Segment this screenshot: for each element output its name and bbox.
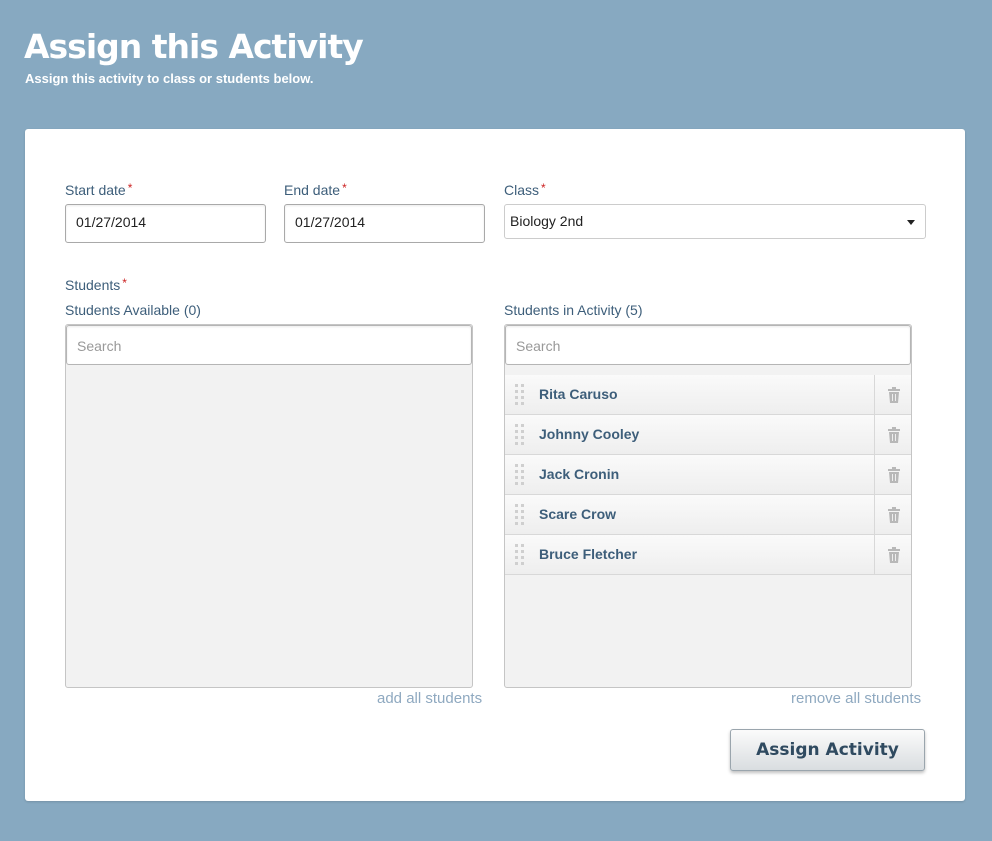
activity-search-input[interactable]: Search (505, 325, 911, 365)
student-row[interactable]: Scare Crow (505, 495, 911, 535)
students-available-title: Students Available (0) (65, 302, 201, 318)
caret-down-icon (907, 220, 915, 225)
class-label: Class * (504, 181, 546, 198)
trash-icon[interactable] (887, 427, 901, 443)
end-date-value: 01/27/2014 (295, 214, 366, 230)
drag-handle-icon[interactable] (515, 424, 527, 446)
row-divider (874, 495, 875, 535)
activity-student-list: Rita Caruso Johnny Cooley Jack Cronin Sc… (505, 375, 911, 575)
page-title: Assign this Activity (24, 27, 364, 66)
student-name: Jack Cronin (539, 466, 620, 482)
required-marker: * (541, 181, 546, 195)
trash-icon[interactable] (887, 507, 901, 523)
trash-icon[interactable] (887, 387, 901, 403)
trash-icon[interactable] (887, 467, 901, 483)
start-date-label-text: Start date (65, 182, 126, 198)
row-divider (874, 535, 875, 575)
assign-panel: Start date * 01/27/2014 End date * 01/27/2… (25, 129, 965, 801)
required-marker: * (127, 181, 133, 195)
add-all-students-link[interactable]: add all students (377, 690, 482, 707)
students-available-list[interactable]: Search (65, 324, 473, 688)
page-subtitle: Assign this activity to class or student… (25, 71, 314, 86)
row-divider (874, 415, 875, 455)
trash-icon[interactable] (887, 547, 901, 563)
available-search-input[interactable]: Search (66, 325, 472, 365)
available-search-placeholder: Search (77, 338, 122, 354)
students-label-text: Students (65, 277, 121, 293)
drag-handle-icon[interactable] (515, 384, 527, 406)
student-row[interactable]: Bruce Fletcher (505, 535, 911, 575)
start-date-field[interactable]: 01/27/2014 (65, 204, 266, 243)
students-in-activity-title: Students in Activity (5) (504, 302, 643, 318)
start-date-value: 01/27/2014 (76, 214, 147, 230)
student-row[interactable]: Johnny Cooley (505, 415, 911, 455)
row-divider (874, 375, 875, 415)
class-selected-value: Biology 2nd (510, 213, 584, 229)
students-label: Students * (65, 276, 127, 293)
students-in-activity-list[interactable]: Search Rita Caruso Johnny Cooley Jack Cr… (504, 324, 912, 688)
drag-handle-icon[interactable] (515, 504, 527, 526)
class-label-text: Class (504, 182, 540, 198)
required-marker: * (342, 181, 347, 195)
row-divider (874, 455, 875, 495)
end-date-field[interactable]: 01/27/2014 (284, 204, 485, 243)
class-select[interactable]: Biology 2nd (504, 204, 926, 239)
student-name: Scare Crow (539, 506, 617, 522)
end-date-label: End date * (284, 181, 347, 198)
start-date-label: Start date * (65, 181, 133, 198)
student-row[interactable]: Jack Cronin (505, 455, 911, 495)
required-marker: * (122, 276, 127, 290)
drag-handle-icon[interactable] (515, 544, 527, 566)
assign-activity-button[interactable]: Assign Activity (730, 729, 925, 771)
student-row[interactable]: Rita Caruso (505, 375, 911, 415)
student-name: Rita Caruso (539, 386, 618, 402)
drag-handle-icon[interactable] (515, 464, 527, 486)
activity-search-placeholder: Search (516, 338, 561, 354)
end-date-label-text: End date (284, 182, 341, 198)
student-name: Bruce Fletcher (539, 546, 638, 562)
student-name: Johnny Cooley (539, 426, 640, 442)
remove-all-students-link[interactable]: remove all students (791, 690, 921, 707)
